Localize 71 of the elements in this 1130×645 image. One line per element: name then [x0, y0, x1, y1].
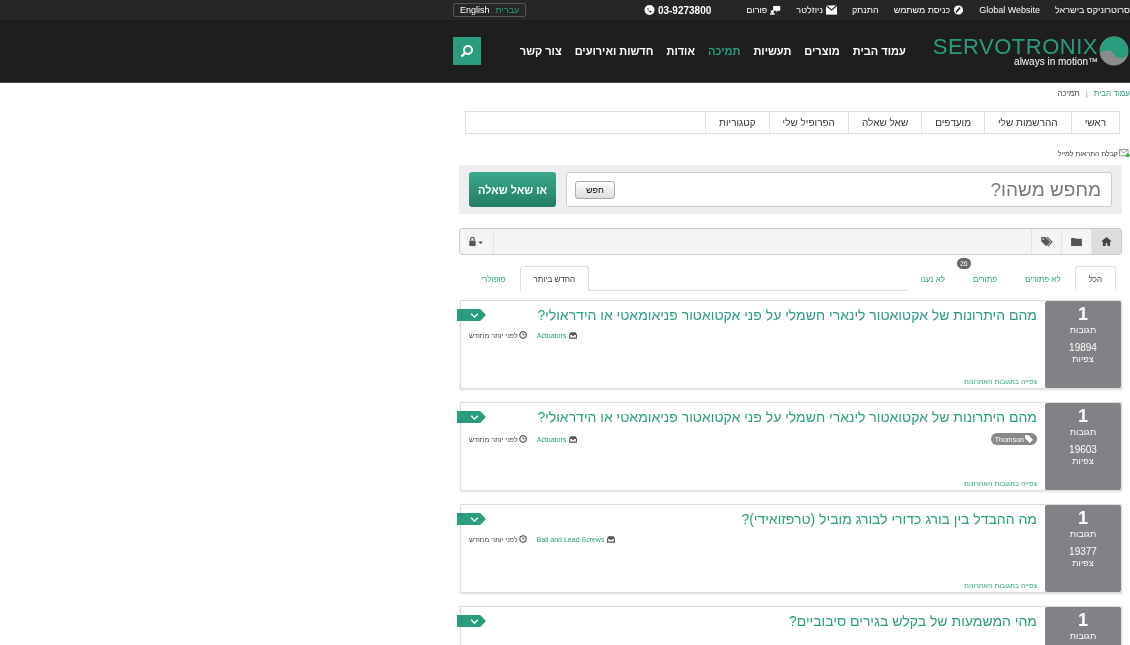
- question-menu-button[interactable]: [457, 309, 486, 321]
- answer-count: 1: [1078, 610, 1088, 630]
- folder-icon: [1071, 237, 1082, 246]
- forum-menu-item[interactable]: קטגוריות: [705, 112, 769, 133]
- ask-question-button[interactable]: או שאל שאלה: [469, 172, 556, 207]
- view-label: צפיות: [1072, 558, 1094, 568]
- question-menu-button[interactable]: [457, 411, 486, 423]
- top-bar-link[interactable]: ניוזלטר: [796, 5, 837, 15]
- tag-icon: [1025, 435, 1033, 443]
- answer-label: תגובות: [1069, 529, 1097, 539]
- answer-count: 1: [1078, 406, 1088, 426]
- forum-menu-item[interactable]: ההרשמות שלי: [984, 112, 1071, 133]
- breadcrumb-link[interactable]: עמוד הבית: [1093, 89, 1130, 98]
- clock-icon: [518, 435, 527, 443]
- phone-number: 03-9273800: [657, 4, 712, 16]
- answer-label: תגובות: [1069, 325, 1097, 335]
- chevron-down-icon: [469, 414, 479, 420]
- inbox-icon: [569, 435, 578, 443]
- chat-icon: [770, 5, 782, 15]
- forum-menu-item[interactable]: ראשי: [1070, 112, 1119, 133]
- search-icon: [460, 44, 474, 58]
- answer-count: 1: [1078, 508, 1088, 528]
- forum-menu-item[interactable]: מועדפים: [921, 112, 984, 133]
- breadcrumb-link[interactable]: תמיכה: [1057, 89, 1080, 98]
- search-field[interactable]: מחפש משהו? חפש: [566, 172, 1112, 207]
- view-count: 19603: [1069, 444, 1097, 455]
- inbox-icon: [569, 331, 578, 339]
- top-bar-link[interactable]: סרוטרוניקס בישראל: [1055, 5, 1130, 15]
- nav-link[interactable]: מוצרים: [804, 45, 840, 57]
- view-label: צפיות: [1072, 456, 1094, 466]
- chevron-down-icon: [469, 618, 479, 624]
- top-bar-link[interactable]: כניסת משתמש: [893, 5, 965, 15]
- chevron-down-icon: [469, 312, 479, 318]
- forum-menu-item[interactable]: הפרופיל שלי: [768, 112, 848, 133]
- nav-link[interactable]: חדשות ואירועים: [574, 45, 654, 57]
- inbox-icon: [607, 535, 616, 543]
- filter-tab[interactable]: הכל: [1074, 266, 1116, 291]
- nav-link[interactable]: תעשיות: [753, 45, 792, 57]
- question-menu-button[interactable]: [457, 513, 486, 525]
- answer-label: תגובות: [1069, 631, 1097, 641]
- nav-link[interactable]: צור קשר: [519, 45, 562, 57]
- clock-icon: [518, 535, 527, 543]
- search-submit-button[interactable]: חפש: [575, 180, 615, 199]
- breadcrumb-separator: |: [1085, 89, 1088, 98]
- nav-link[interactable]: עמוד הבית: [852, 45, 906, 57]
- forum-menu-item[interactable]: שאל שאלה: [847, 112, 922, 133]
- view-label: צפיות: [1072, 354, 1094, 364]
- clock-icon: [518, 331, 527, 339]
- sort-tab[interactable]: החדש ביותר: [519, 266, 590, 291]
- view-count: 19377: [1069, 546, 1097, 557]
- language-option[interactable]: English: [460, 5, 490, 15]
- nav-link[interactable]: אודות: [666, 45, 695, 57]
- top-bar-link[interactable]: התנתק: [851, 5, 879, 15]
- chevron-down-icon: [469, 516, 479, 522]
- question-menu-button[interactable]: [457, 615, 486, 627]
- filter-tab[interactable]: לא נענו: [906, 267, 959, 291]
- top-bar-link[interactable]: Global Website: [979, 5, 1041, 15]
- lock-icon: [469, 237, 484, 246]
- envelope-icon: [825, 5, 837, 15]
- search-button[interactable]: [453, 37, 481, 65]
- view-count: 19894: [1069, 342, 1097, 353]
- logo[interactable]: SERVOTRONIX always in motion™: [932, 34, 1130, 68]
- nav-link[interactable]: תמיכה: [707, 45, 741, 57]
- phone-icon: [643, 5, 655, 15]
- home-button[interactable]: [1091, 229, 1121, 254]
- answer-label: תגובות: [1069, 427, 1097, 437]
- answer-count: 1: [1078, 304, 1088, 324]
- language-option[interactable]: עברית: [495, 5, 520, 15]
- tags-icon: [1040, 236, 1053, 247]
- top-bar-link[interactable]: פורום: [746, 5, 782, 15]
- home-icon: [1101, 237, 1112, 246]
